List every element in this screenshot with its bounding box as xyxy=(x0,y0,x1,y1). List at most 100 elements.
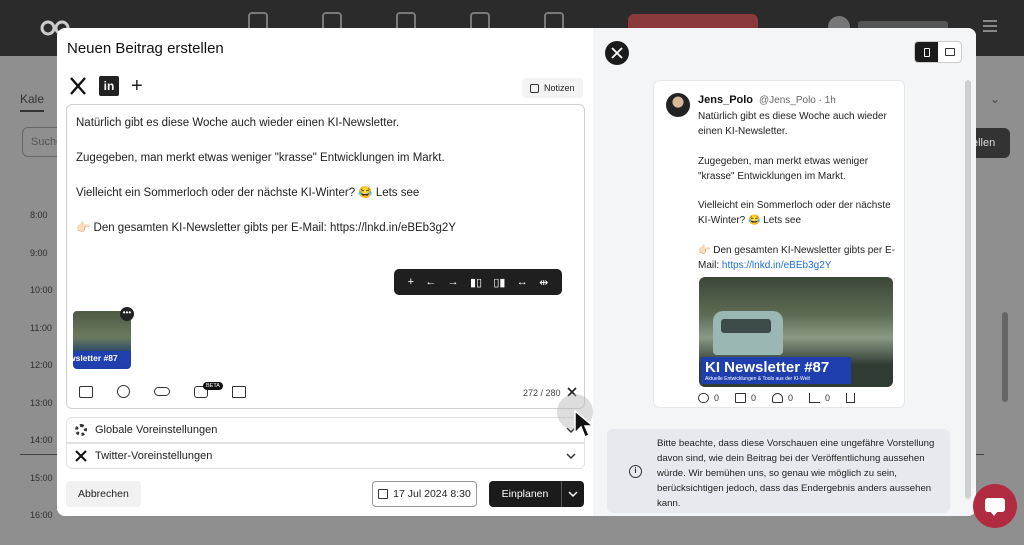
post-line: Vielleicht ein Sommerloch oder der nächs… xyxy=(76,187,420,199)
tweet-actions: 0 0 0 0 xyxy=(698,393,876,403)
thumbnail-label: wsletter #87 xyxy=(73,351,131,365)
tweet-line: Vielleicht ein Sommerloch oder der nächs… xyxy=(698,200,891,226)
time-label: 15:00 xyxy=(30,473,53,483)
gear-icon xyxy=(75,424,87,436)
modal-title: Neuen Beitrag erstellen xyxy=(67,40,224,57)
views-icon xyxy=(809,393,821,403)
preview-platform-x-icon[interactable] xyxy=(605,41,629,65)
mouse-cursor-icon xyxy=(574,409,595,439)
device-toggle xyxy=(914,41,962,63)
linkedin-icon[interactable]: in xyxy=(99,76,119,96)
plus-icon[interactable]: + xyxy=(131,76,143,96)
hamburger-menu-icon[interactable] xyxy=(983,20,997,32)
twitter-settings-label: Twitter-Voreinstellungen xyxy=(95,450,213,462)
views-action: 0 xyxy=(809,393,830,403)
schedule-dropdown-button[interactable] xyxy=(561,481,584,507)
create-post-modal: Neuen Beitrag erstellen in + Notizen Nat… xyxy=(57,28,976,516)
share-icon xyxy=(846,393,856,403)
x-logo-icon xyxy=(75,450,87,462)
emoji-icon[interactable] xyxy=(117,385,130,398)
info-icon: i xyxy=(629,465,642,478)
global-settings-label: Globale Voreinstellungen xyxy=(95,424,218,436)
time-label: 13:00 xyxy=(30,398,53,408)
date-label: 17 Jul 2024 8:30 xyxy=(393,488,471,500)
post-line: Natürlich gibt es diese Woche auch wiede… xyxy=(76,117,400,129)
reply-action: 0 xyxy=(698,393,719,403)
like-count: 0 xyxy=(788,393,794,403)
tweet-preview-card: Jens_Polo @Jens_Polo · 1h Natürlich gibt… xyxy=(653,80,905,408)
time-label: 11:00 xyxy=(30,323,52,333)
post-editor[interactable]: Natürlich gibt es diese Woche auch wiede… xyxy=(66,104,585,409)
post-text[interactable]: Natürlich gibt es diese Woche auch wiede… xyxy=(76,115,571,255)
image-title: KI Newsletter #87 xyxy=(705,359,830,376)
tweet-image: KI Newsletter #87 Aktuelle Entwicklungen… xyxy=(699,277,893,387)
retweet-action: 0 xyxy=(735,393,756,403)
post-line: Zugegeben, man merkt etwas weniger "kras… xyxy=(76,152,445,164)
time-label: 14:00 xyxy=(30,435,53,445)
chat-support-icon[interactable] xyxy=(973,484,1017,528)
add-media-icon[interactable] xyxy=(79,385,93,398)
resize-button[interactable]: ↔ xyxy=(517,276,528,288)
time-label: 9:00 xyxy=(30,248,48,258)
image-banner: KI Newsletter #87 Aktuelle Entwicklungen… xyxy=(701,357,851,384)
chevron-down-icon[interactable]: ⌄ xyxy=(990,92,1000,106)
add-image-button[interactable]: + xyxy=(408,276,414,288)
reply-count: 0 xyxy=(714,393,720,403)
time-label: 10:00 xyxy=(30,285,53,295)
chevron-down-icon xyxy=(566,453,576,460)
post-line: 👉🏻 Den gesamten KI-Newsletter gibts per … xyxy=(76,222,456,234)
calendar-tab[interactable]: Kale xyxy=(20,92,45,112)
media-library-icon[interactable] xyxy=(232,385,246,398)
twitter-settings-row[interactable]: Twitter-Voreinstellungen xyxy=(66,443,585,469)
share-action xyxy=(846,393,860,403)
time-label: 16:00 xyxy=(30,510,53,520)
beta-badge: BETA xyxy=(203,382,223,390)
mobile-preview-button[interactable] xyxy=(915,42,938,62)
views-count: 0 xyxy=(825,393,831,403)
schedule-button[interactable]: Einplanen xyxy=(489,481,561,507)
move-right-button[interactable]: → xyxy=(448,276,459,288)
cancel-button[interactable]: Abbrechen xyxy=(66,481,141,507)
desktop-preview-button[interactable] xyxy=(938,42,961,62)
phone-icon xyxy=(923,47,930,57)
van-image xyxy=(713,311,783,355)
editor-toolbar xyxy=(79,385,270,398)
disclaimer-text: Bitte beachte, dass diese Vorschauen ein… xyxy=(657,438,935,509)
thumbnail-menu-button[interactable]: ••• xyxy=(120,307,134,321)
retweet-count: 0 xyxy=(751,393,757,403)
like-action: 0 xyxy=(772,393,793,403)
notes-button[interactable]: Notizen xyxy=(522,78,583,98)
heart-icon xyxy=(772,393,784,403)
link-icon[interactable] xyxy=(154,387,170,396)
platform-selector: in + xyxy=(69,76,143,96)
tweet-line: Natürlich gibt es diese Woche auch wiede… xyxy=(698,111,887,137)
tweet-author-handle: @Jens_Polo · 1h xyxy=(759,95,836,106)
image-toolbar: + ← → ▮▯ ▯▮ ↔ ⇹ xyxy=(394,269,562,295)
tweet-link[interactable]: https://lnkd.in/eBEb3g2Y xyxy=(722,260,832,271)
align-left-button[interactable]: ▮▯ xyxy=(470,276,482,289)
retweet-icon xyxy=(735,393,747,403)
tweet-author-name: Jens_Polo xyxy=(698,94,754,106)
align-right-button[interactable]: ▯▮ xyxy=(493,276,505,289)
preview-disclaimer: i Bitte beachte, dass diese Vorschauen e… xyxy=(607,429,950,513)
tweet-line: 👉🏻 Den gesamten KI-Newsletter gibts per … xyxy=(698,243,898,273)
tweet-line: Zugegeben, man merkt etwas weniger "kras… xyxy=(698,155,869,182)
time-label: 8:00 xyxy=(30,210,48,220)
chevron-down-icon xyxy=(568,491,578,498)
search-input[interactable]: Suche xyxy=(22,127,62,157)
global-settings-row[interactable]: Globale Voreinstellungen xyxy=(66,417,585,443)
crop-button[interactable]: ⇹ xyxy=(539,276,548,289)
image-subtitle: Aktuelle Entwicklungen & Tools aus der K… xyxy=(705,376,810,382)
x-logo-icon[interactable] xyxy=(69,77,87,95)
avatar xyxy=(666,93,690,117)
reply-icon xyxy=(698,393,709,403)
move-left-button[interactable]: ← xyxy=(425,276,436,288)
character-count: 272 / 280 xyxy=(523,388,561,398)
notes-label: Notizen xyxy=(544,83,575,93)
time-label: 12:00 xyxy=(30,360,53,370)
preview-scrollbar-thumb[interactable] xyxy=(965,80,971,498)
desktop-icon xyxy=(944,48,955,56)
note-icon xyxy=(530,83,539,93)
date-picker-button[interactable]: 17 Jul 2024 8:30 xyxy=(372,481,477,507)
scrollbar[interactable] xyxy=(1002,312,1008,402)
